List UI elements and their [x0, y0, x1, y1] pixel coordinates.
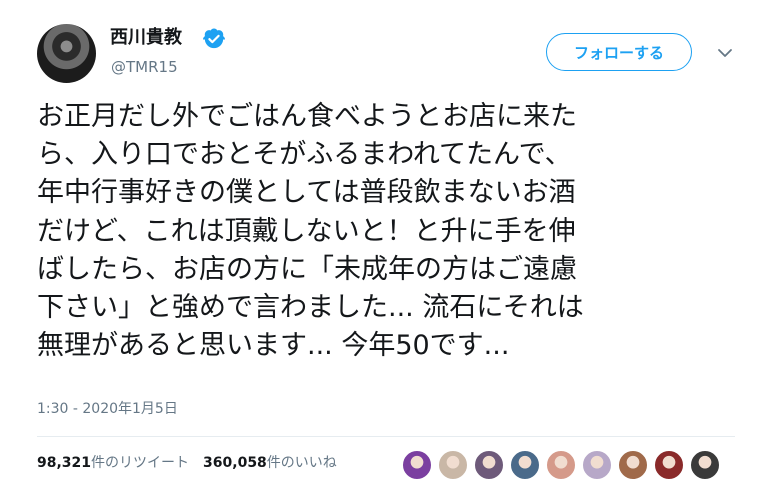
liker-avatars [402, 450, 726, 480]
tweet-text-line: 下さい」と強めで言わました... 流石にそれは [37, 292, 584, 324]
liker-avatar[interactable] [402, 450, 432, 480]
tweet-text-line: 無理があると思います... 今年50です... [37, 330, 510, 362]
likes-count: 360,058 [203, 455, 267, 471]
tweet-text-line: 年中行事好きの僕としては普段飲まないお酒 [37, 177, 576, 209]
retweets-stat[interactable]: 98,321件のリツイート [37, 455, 189, 471]
tweet-text: お正月だし外でごはん食べようとお店に来た ら、入り口でおとそがふるまわれてたんで… [37, 98, 742, 365]
retweets-count: 98,321 [37, 455, 92, 471]
liker-avatar[interactable] [438, 450, 468, 480]
tweet-timestamp[interactable]: 1:30 - 2020年1月5日 [37, 400, 178, 418]
liker-avatar[interactable] [582, 450, 612, 480]
avatar[interactable] [37, 24, 96, 83]
verified-badge-icon [203, 28, 225, 49]
likes-label: 件のいいね [266, 455, 337, 471]
liker-avatar[interactable] [690, 450, 720, 480]
likes-stat[interactable]: 360,058件のいいね [203, 455, 337, 471]
divider [37, 436, 735, 437]
tweet-text-line: お正月だし外でごはん食べようとお店に来た [37, 101, 577, 132]
follow-button[interactable]: フォローする [546, 33, 692, 71]
retweets-label: 件のリツイート [91, 455, 190, 471]
liker-avatar[interactable] [654, 450, 684, 480]
user-handle[interactable]: @TMR15 [111, 57, 178, 77]
display-name[interactable]: 西川貴教 [110, 27, 182, 49]
tweet-text-line: ばしたら、お店の方に「未成年の方はご遠慮 [37, 253, 577, 285]
tweet-text-line: ら、入り口でおとそがふるまわれてたんで、 [37, 139, 572, 171]
chevron-down-icon[interactable] [716, 44, 734, 62]
tweet-text-line: だけど、これは頂戴しないと！と升に手を伸 [37, 215, 576, 247]
liker-avatar[interactable] [474, 450, 504, 480]
liker-avatar[interactable] [510, 450, 540, 480]
liker-avatar[interactable] [618, 450, 648, 480]
liker-avatar[interactable] [546, 450, 576, 480]
tweet-stats: 98,321件のリツイート 360,058件のいいね [37, 454, 337, 472]
